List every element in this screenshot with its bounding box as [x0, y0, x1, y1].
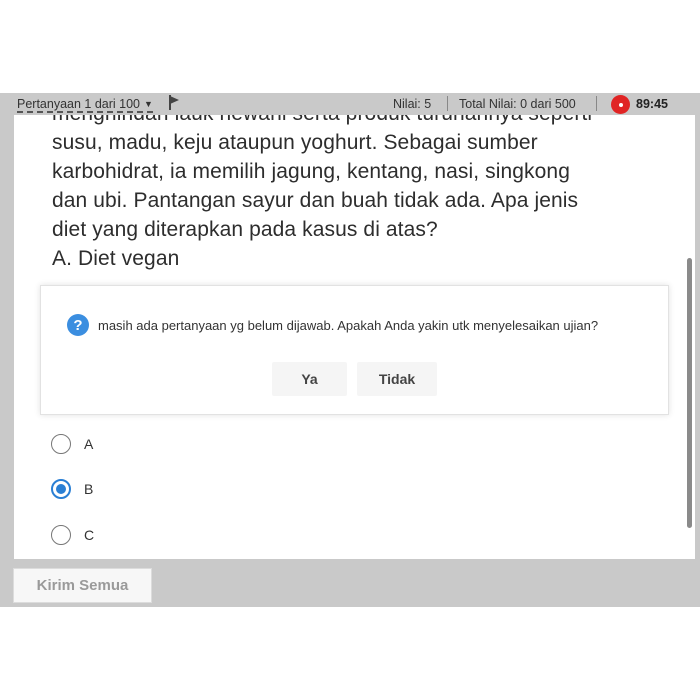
question-line: susu, madu, keju ataupun yoghurt. Sebaga…	[52, 131, 538, 154]
answer-option-a[interactable]: A	[51, 434, 93, 454]
radio-button[interactable]	[51, 479, 71, 499]
divider	[447, 96, 448, 111]
confirm-dialog: ? masih ada pertanyaan yg belum dijawab.…	[40, 285, 669, 415]
timer-icon	[611, 95, 630, 114]
question-line: diet yang diterapkan pada kasus di atas?	[52, 218, 438, 241]
radio-button[interactable]	[51, 525, 71, 545]
question-text: menghindari lauk hewani serta produk tur…	[52, 115, 652, 273]
divider	[596, 96, 597, 111]
question-line: karbohidrat, ia memilih jagung, kentang,…	[52, 160, 570, 183]
radio-button[interactable]	[51, 434, 71, 454]
question-line: A. Diet vegan	[52, 247, 180, 270]
question-icon: ?	[67, 314, 89, 336]
no-button[interactable]: Tidak	[357, 362, 437, 396]
flag-icon[interactable]	[168, 95, 180, 110]
answer-option-c[interactable]: C	[51, 525, 94, 545]
answer-option-label: C	[84, 527, 95, 543]
scrollbar[interactable]	[687, 258, 692, 528]
question-navigator-label: Pertanyaan 1 dari 100	[17, 97, 141, 111]
submit-all-button[interactable]: Kirim Semua	[13, 568, 152, 603]
yes-button[interactable]: Ya	[272, 362, 347, 396]
answer-option-label: A	[84, 436, 94, 452]
caret-down-icon: ▼	[144, 99, 153, 109]
total-score: Total Nilai: 0 dari 500	[459, 97, 576, 111]
answer-option-label: B	[84, 481, 94, 497]
exam-toolbar: Pertanyaan 1 dari 100 ▼ Nilai: 5 Total N…	[0, 93, 700, 115]
question-navigator[interactable]: Pertanyaan 1 dari 100 ▼	[17, 97, 153, 113]
dialog-message: masih ada pertanyaan yg belum dijawab. A…	[98, 318, 599, 333]
answer-option-b[interactable]: B	[51, 479, 93, 499]
question-line: menghindari lauk hewani serta produk tur…	[52, 115, 652, 128]
timer-value: 89:45	[636, 97, 668, 111]
question-line: dan ubi. Pantangan sayur dan buah tidak …	[52, 189, 579, 212]
question-score: Nilai: 5	[393, 97, 432, 111]
